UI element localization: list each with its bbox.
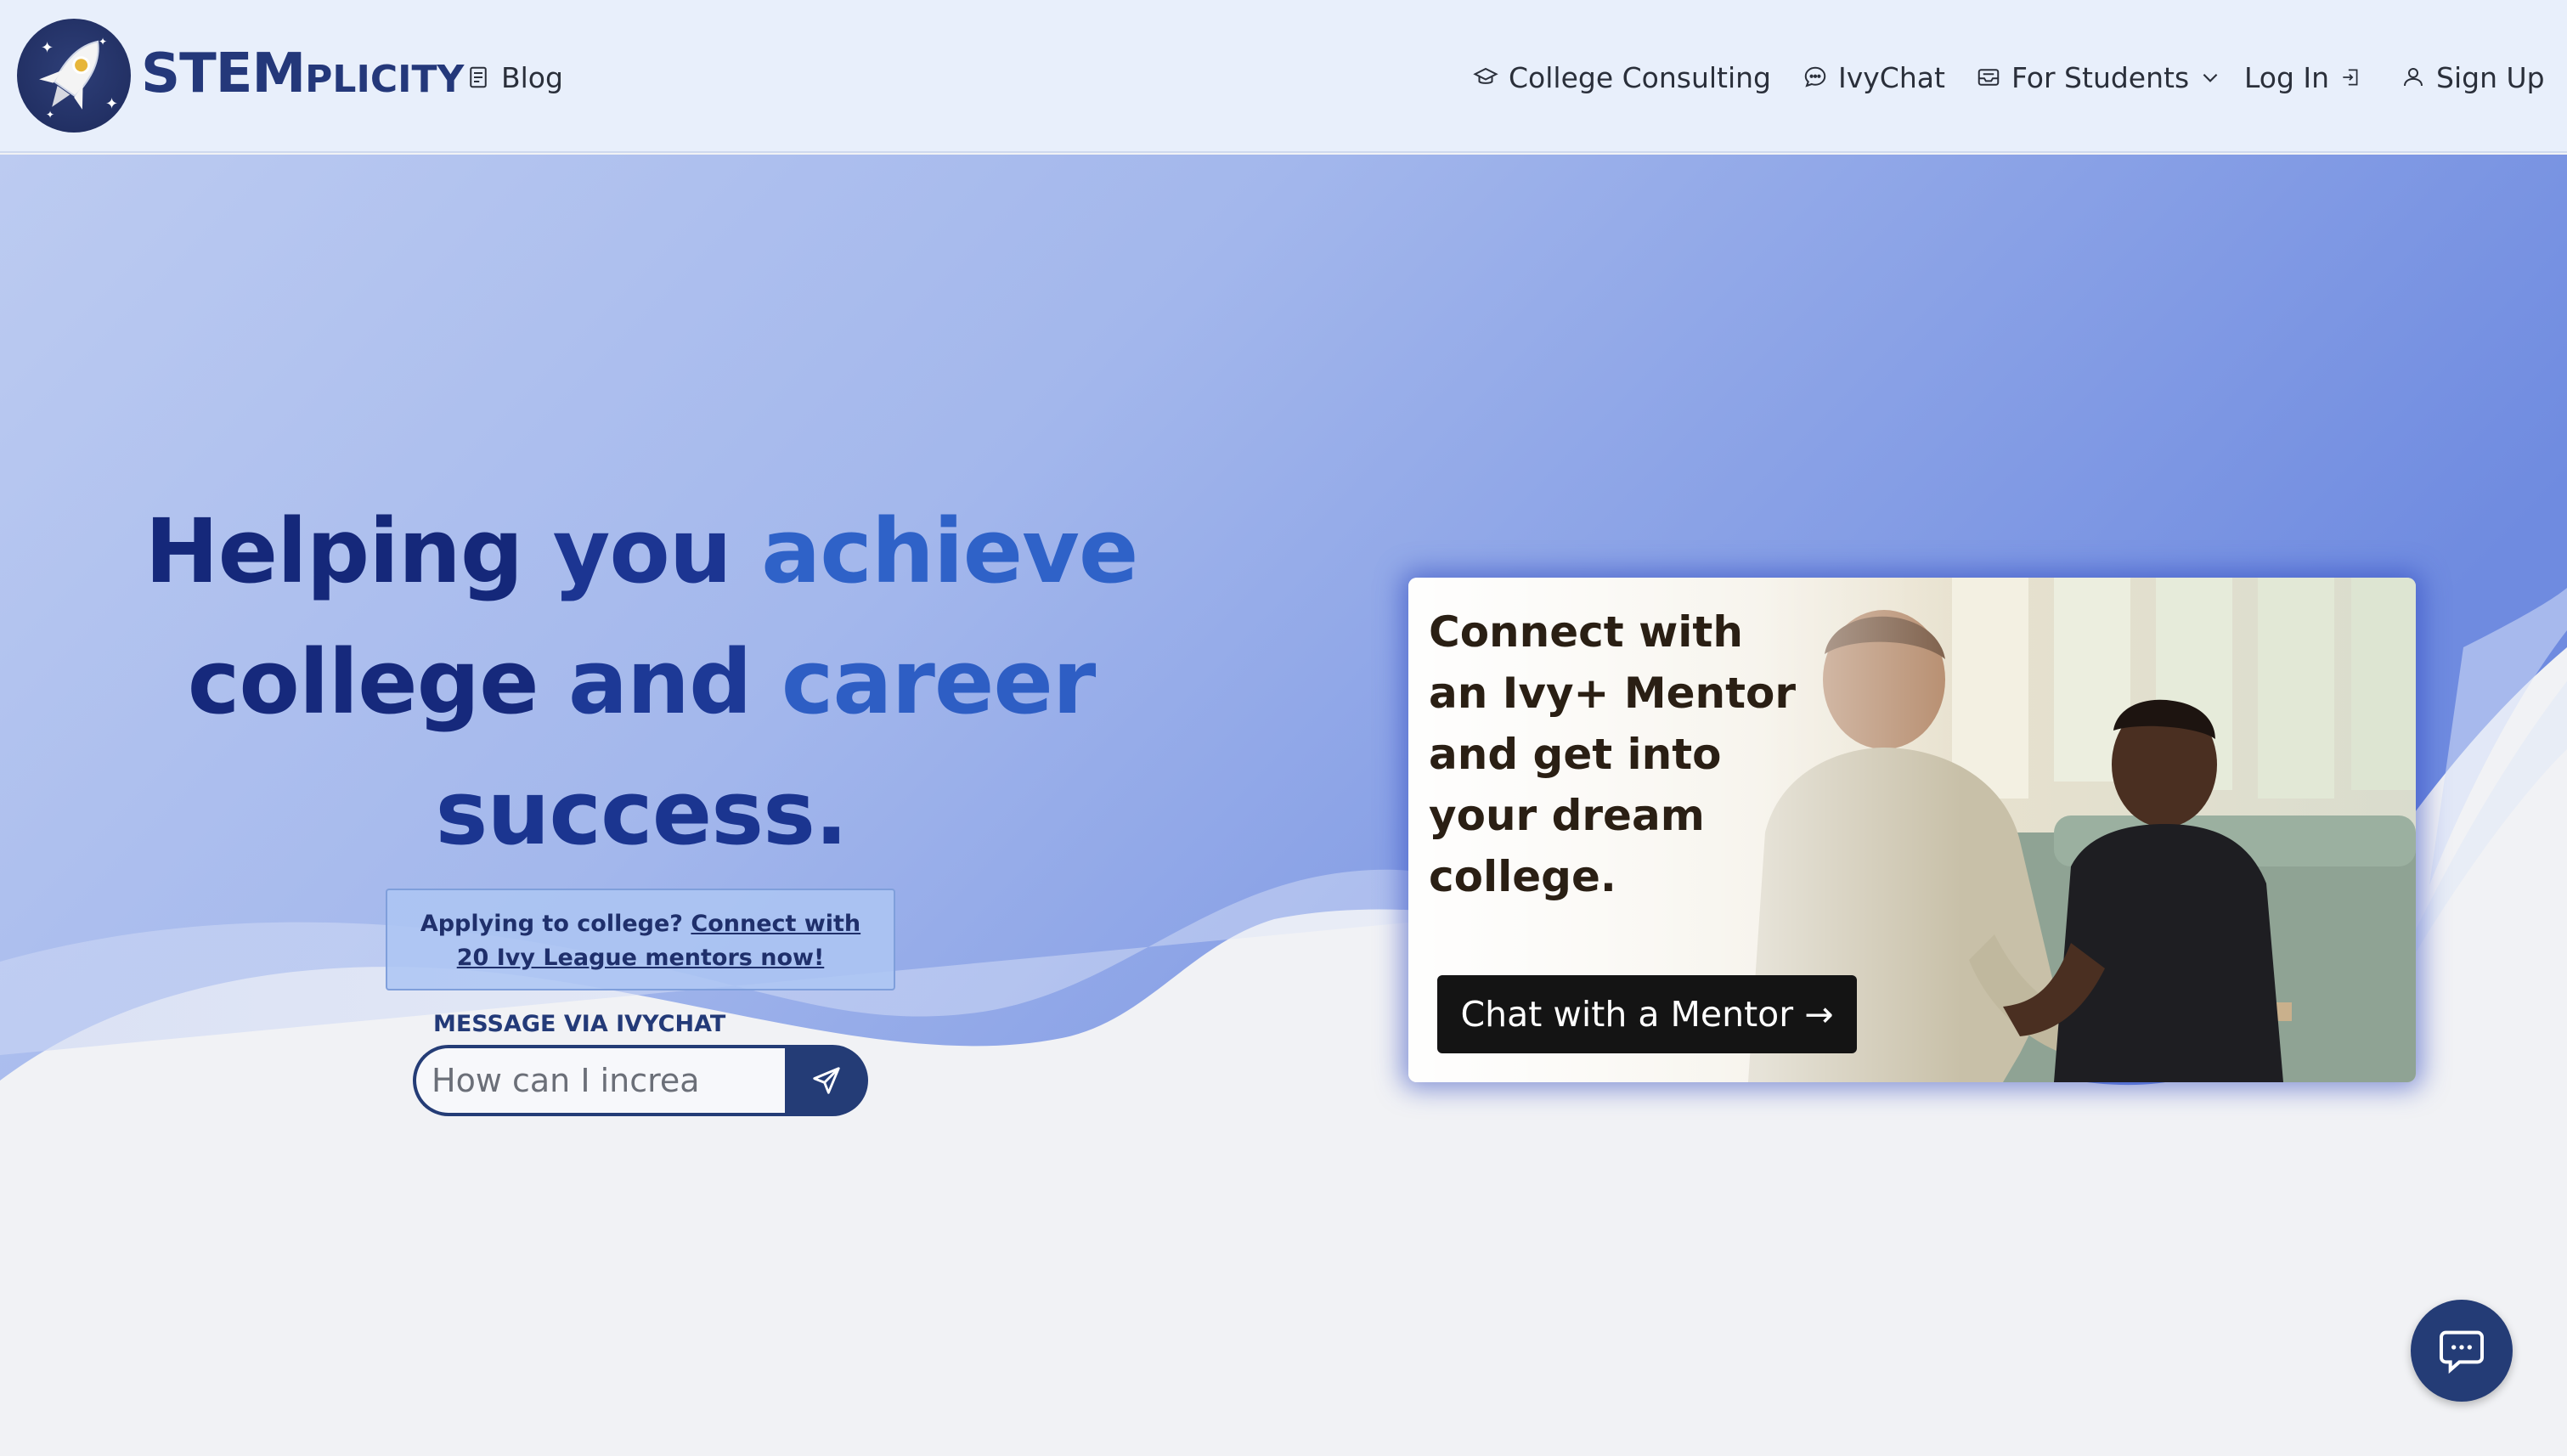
- brand-wordmark[interactable]: STEMPLICITY: [141, 42, 464, 110]
- chat-bubble-icon: [1804, 66, 1826, 87]
- chat-fab-icon: [2440, 1330, 2484, 1374]
- headline-word: Helping: [144, 499, 524, 603]
- nav-for-students[interactable]: For Students: [1976, 58, 2221, 97]
- headline-word: achieve: [761, 499, 1138, 603]
- ivychat-label: MESSAGE VIA IVYCHAT: [433, 1011, 726, 1037]
- promo-banner: Applying to college? Connect with 20 Ivy…: [386, 889, 895, 990]
- nav-sign-up[interactable]: Sign Up: [2401, 58, 2545, 97]
- nav-for-students-label: For Students: [2011, 60, 2190, 94]
- mentor-card[interactable]: Connect with an Ivy+ Mentor and get into…: [1408, 578, 2416, 1082]
- rocket-icon: [39, 40, 99, 110]
- ivychat-message-input[interactable]: [413, 1045, 785, 1116]
- nav-blog-label: Blog: [501, 60, 563, 94]
- nav-blog[interactable]: Blog: [465, 58, 563, 97]
- inbox-icon: [1977, 69, 2000, 86]
- chat-widget-button[interactable]: [2411, 1300, 2513, 1402]
- nav-college-consulting-label: College Consulting: [1509, 60, 1772, 94]
- nav-college-consulting[interactable]: College Consulting: [1473, 58, 1771, 97]
- nav-log-in[interactable]: Log In: [2244, 58, 2361, 97]
- chevron-down-icon: [2203, 73, 2218, 82]
- headline-word: career: [781, 630, 1096, 734]
- hero-headline: Helping you achieve college and career suc…: [127, 486, 1155, 878]
- graduation-cap-icon: [1473, 67, 1498, 84]
- send-icon: [813, 1067, 840, 1094]
- nav-sign-up-label: Sign Up: [2436, 60, 2545, 94]
- top-navigation: ✦ ✦ ✦ ✦ STEMPLICITY Blog College Consult…: [0, 0, 2567, 153]
- headline-word: and: [567, 630, 753, 734]
- ivychat-send-button[interactable]: [785, 1045, 868, 1116]
- brand-main: STEM: [141, 42, 306, 105]
- login-icon: [2343, 69, 2358, 86]
- promo-prefix: Applying to college?: [420, 911, 683, 937]
- document-icon: [470, 66, 487, 88]
- mentor-card-text: Connect with an Ivy+ Mentor and get into…: [1429, 607, 1797, 901]
- nav-ivychat-label: IvyChat: [1838, 60, 1945, 94]
- user-icon: [2404, 68, 2423, 87]
- ivychat-form: [413, 1045, 868, 1116]
- hero-section: Helping you achieve college and career suc…: [0, 155, 2567, 1456]
- nav-log-in-label: Log In: [2244, 60, 2330, 94]
- headline-word: college: [187, 630, 539, 734]
- nav-ivychat[interactable]: IvyChat: [1803, 58, 1945, 97]
- logo-rocket-icon[interactable]: ✦ ✦ ✦ ✦: [17, 19, 131, 133]
- headline-word: success.: [435, 761, 848, 865]
- headline-word: you: [552, 499, 732, 603]
- brand-suffix: PLICITY: [305, 58, 465, 101]
- chat-with-mentor-button[interactable]: Chat with a Mentor →: [1437, 975, 1857, 1053]
